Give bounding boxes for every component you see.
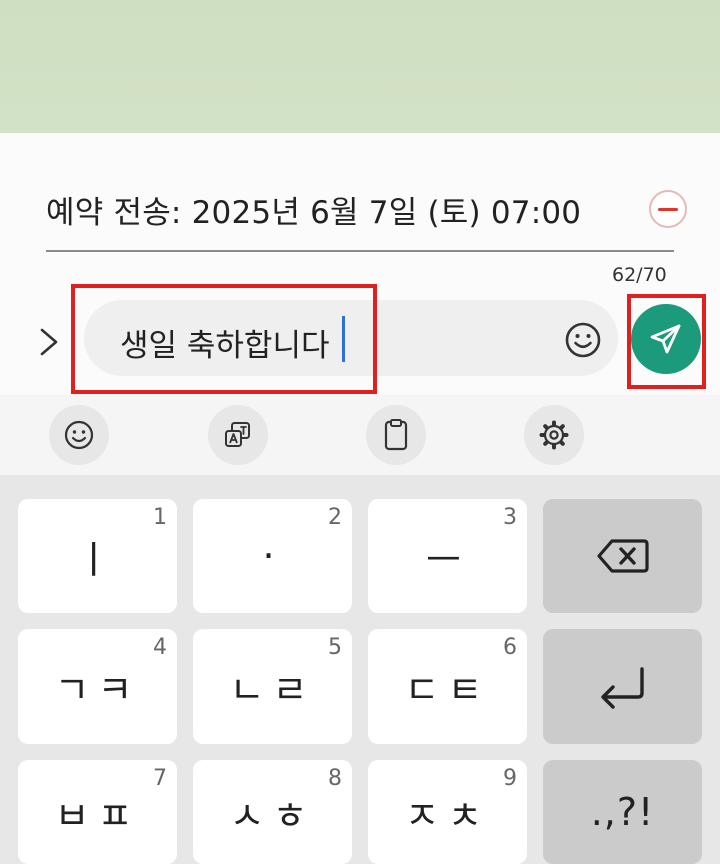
key-number: 1 bbox=[153, 505, 167, 530]
key-7[interactable]: 7 ㅂㅍ bbox=[18, 760, 177, 864]
input-highlight-box bbox=[71, 284, 377, 394]
key-number: 3 bbox=[503, 505, 517, 530]
translate-icon bbox=[225, 422, 250, 447]
clipboard-icon bbox=[384, 419, 408, 451]
key-number: 4 bbox=[153, 635, 167, 660]
enter-key[interactable] bbox=[543, 629, 702, 744]
key-number: 7 bbox=[153, 766, 167, 791]
key-label: ㄴㄹ bbox=[229, 668, 316, 712]
gear-icon bbox=[539, 420, 569, 450]
toolbar-clipboard-button[interactable] bbox=[366, 405, 426, 465]
key-label: ㅅㅎ bbox=[229, 793, 316, 838]
key-label: ㄷㅌ bbox=[404, 668, 491, 712]
backspace-key[interactable] bbox=[543, 499, 702, 613]
key-number: 9 bbox=[503, 766, 517, 791]
key-4[interactable]: 4 ㄱㅋ bbox=[18, 629, 177, 744]
emoji-icon bbox=[64, 420, 94, 450]
key-6[interactable]: 6 ㄷㅌ bbox=[368, 629, 527, 744]
key-label: .,?! bbox=[590, 790, 655, 834]
chat-background bbox=[0, 0, 720, 133]
punctuation-key[interactable]: .,?! bbox=[543, 760, 702, 864]
send-highlight-box bbox=[627, 294, 706, 389]
backspace-icon bbox=[596, 539, 649, 573]
key-label: ㅈㅊ bbox=[404, 793, 491, 838]
key-1[interactable]: 1 ㅣ bbox=[18, 499, 177, 613]
chevron-right-icon[interactable] bbox=[36, 322, 64, 362]
key-label: ㅣ bbox=[76, 537, 119, 582]
enter-icon bbox=[600, 666, 644, 709]
scheduled-send-row[interactable]: 예약 전송: 2025년 6월 7일 (토) 07:00 bbox=[46, 186, 686, 232]
key-3[interactable]: 3 ㅡ bbox=[368, 499, 527, 613]
minus-icon bbox=[658, 207, 678, 211]
key-9[interactable]: 9 ㅈㅊ bbox=[368, 760, 527, 864]
remove-schedule-button[interactable] bbox=[649, 190, 687, 228]
toolbar-translate-button[interactable] bbox=[208, 405, 268, 465]
key-number: 8 bbox=[328, 766, 342, 791]
character-counter: 62/70 bbox=[612, 264, 667, 286]
key-label: · bbox=[262, 534, 283, 578]
toolbar-emoji-button[interactable] bbox=[49, 405, 109, 465]
key-2[interactable]: 2 · bbox=[193, 499, 352, 613]
key-label: ㄱㅋ bbox=[54, 668, 141, 712]
divider bbox=[46, 250, 674, 252]
key-number: 2 bbox=[328, 505, 342, 530]
emoji-icon[interactable] bbox=[564, 321, 602, 359]
key-number: 5 bbox=[328, 635, 342, 660]
key-number: 6 bbox=[503, 635, 517, 660]
key-5[interactable]: 5 ㄴㄹ bbox=[193, 629, 352, 744]
key-8[interactable]: 8 ㅅㅎ bbox=[193, 760, 352, 864]
key-label: ㅡ bbox=[426, 537, 469, 582]
scheduled-send-label: 예약 전송: 2025년 6월 7일 (토) 07:00 bbox=[46, 194, 582, 231]
toolbar-settings-button[interactable] bbox=[524, 405, 584, 465]
key-label: ㅂㅍ bbox=[54, 793, 141, 838]
